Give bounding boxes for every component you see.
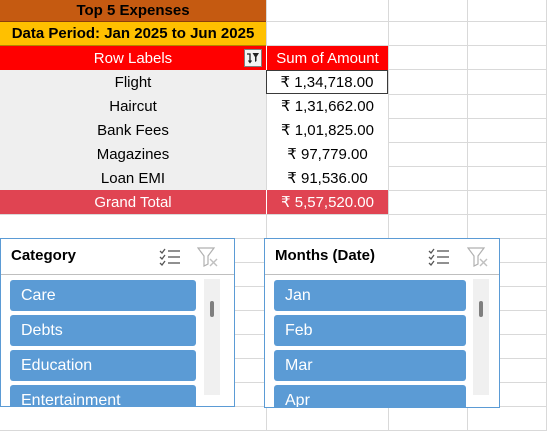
row-label[interactable]: Magazines xyxy=(0,142,266,166)
row-value[interactable]: ₹ 1,31,662.00 xyxy=(266,94,388,118)
slicer-item[interactable]: Care xyxy=(10,280,196,311)
slicer-scrollbar[interactable] xyxy=(473,279,489,395)
slicer-item[interactable]: Debts xyxy=(10,315,196,346)
scrollbar-thumb[interactable] xyxy=(210,301,214,317)
multi-select-icon[interactable] xyxy=(428,247,450,267)
slicer-item[interactable]: Entertainment xyxy=(10,385,196,406)
slicer-scrollbar[interactable] xyxy=(204,279,220,395)
grand-total-label[interactable]: Grand Total xyxy=(0,190,266,214)
sum-of-amount-header[interactable]: Sum of Amount xyxy=(266,46,388,70)
filter-sort-icon xyxy=(247,53,259,64)
data-period[interactable]: Data Period: Jan 2025 to Jun 2025 xyxy=(0,22,266,46)
slicer-item[interactable]: Apr xyxy=(274,385,466,407)
pivot-title[interactable]: Top 5 Expenses xyxy=(0,0,266,22)
row-value[interactable]: ₹ 1,01,825.00 xyxy=(266,118,388,142)
months-slicer[interactable]: Months (Date) Jan Feb Mar Apr xyxy=(264,238,500,408)
row-value-selected[interactable]: ₹ 1,34,718.00 xyxy=(266,70,388,94)
row-label[interactable]: Flight xyxy=(0,70,266,94)
clear-filter-icon[interactable] xyxy=(467,247,489,267)
grand-total-value[interactable]: ₹ 5,57,520.00 xyxy=(266,190,388,214)
slicer-title: Category xyxy=(11,247,77,264)
scrollbar-thumb[interactable] xyxy=(479,301,483,317)
row-value[interactable]: ₹ 97,779.00 xyxy=(266,142,388,166)
row-labels-header[interactable]: Row Labels xyxy=(0,46,266,70)
row-label[interactable]: Loan EMI xyxy=(0,166,266,190)
row-label[interactable]: Bank Fees xyxy=(0,118,266,142)
category-slicer[interactable]: Category Care Debts Education Entertainm… xyxy=(0,238,235,407)
filter-sort-button[interactable] xyxy=(244,49,262,67)
row-value[interactable]: ₹ 91,536.00 xyxy=(266,166,388,190)
multi-select-icon[interactable] xyxy=(159,247,181,267)
slicer-divider xyxy=(265,274,499,275)
slicer-item[interactable]: Jan xyxy=(274,280,466,311)
slicer-item[interactable]: Feb xyxy=(274,315,466,346)
slicer-title: Months (Date) xyxy=(275,247,375,264)
clear-filter-icon[interactable] xyxy=(197,247,219,267)
row-labels-header-text: Row Labels xyxy=(93,49,173,67)
slicer-item[interactable]: Education xyxy=(10,350,196,381)
gridline xyxy=(0,214,547,215)
slicer-item[interactable]: Mar xyxy=(274,350,466,381)
slicer-divider xyxy=(1,274,234,275)
row-label[interactable]: Haircut xyxy=(0,94,266,118)
